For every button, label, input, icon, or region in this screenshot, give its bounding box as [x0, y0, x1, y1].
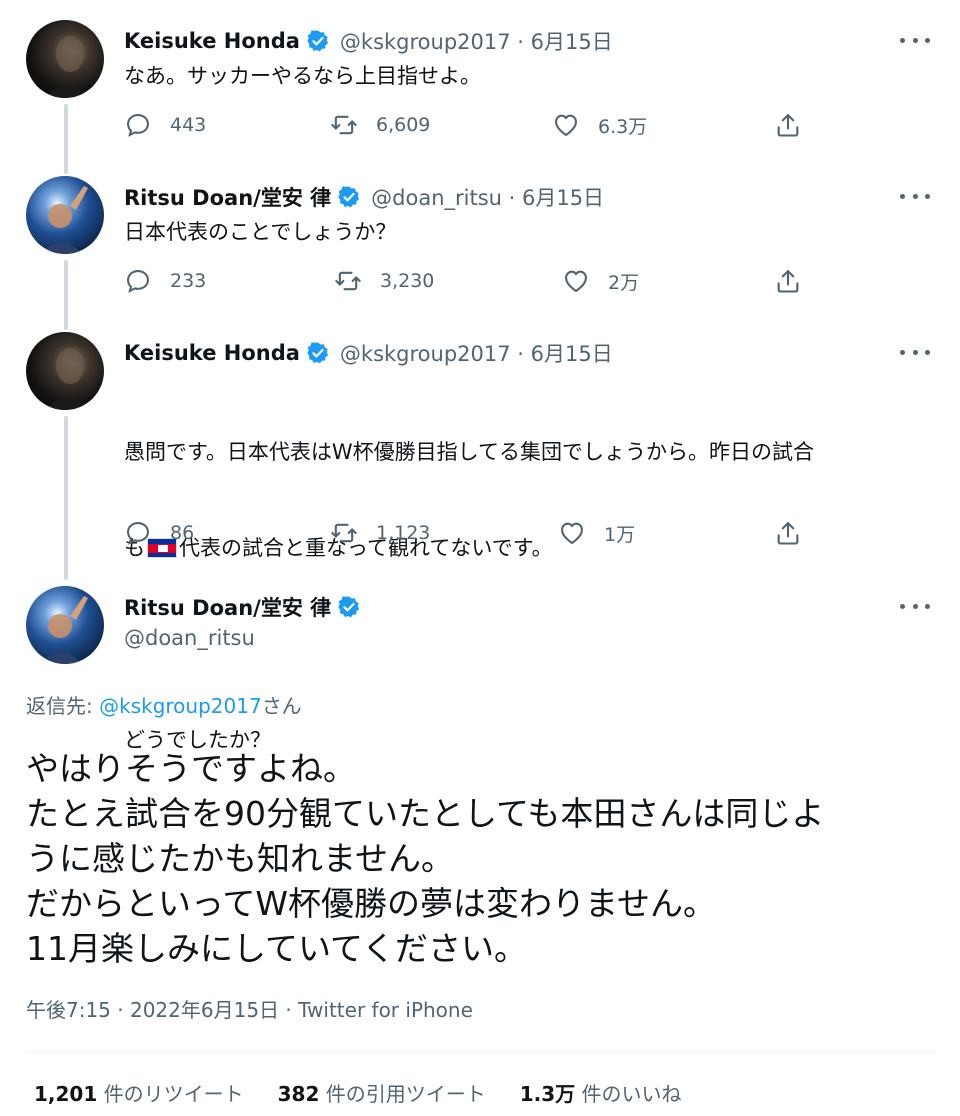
- avatar[interactable]: [26, 20, 104, 98]
- reply-to-label: 返信先:: [26, 694, 100, 718]
- likes-count: 1.3万: [519, 1082, 576, 1106]
- likes-stat[interactable]: 1.3万 件のいいね: [520, 1078, 682, 1107]
- reply-to: 返信先: @kskgroup2017さん: [26, 690, 302, 719]
- share-icon: [777, 522, 799, 545]
- author-name[interactable]: Keisuke Honda: [124, 341, 300, 365]
- like-count: 6.3万: [598, 115, 648, 138]
- tweet-thread: Keisuke Honda @kskgroup2017 · 6月15日 なあ。サ…: [0, 0, 960, 1116]
- tweet-stats: 1,201 件のリツイート 382 件の引用ツイート 1.3万 件のいいね: [34, 1078, 716, 1107]
- avatar[interactable]: [26, 332, 104, 410]
- tweet-actions: 86 1,123 1万: [124, 516, 824, 550]
- tweet[interactable]: Keisuke Honda @kskgroup2017 · 6月15日 愚問です…: [0, 312, 960, 752]
- tweet[interactable]: Ritsu Doan/堂安 律 @doan_ritsu · 6月15日 日本代表…: [0, 156, 960, 326]
- author-name[interactable]: Keisuke Honda: [124, 29, 300, 53]
- share-icon: [777, 270, 799, 293]
- heart-icon: [565, 270, 587, 292]
- tweet-actions: 443 6,609 6.3万: [124, 108, 824, 142]
- more-icon[interactable]: [900, 342, 930, 362]
- avatar[interactable]: [26, 586, 104, 664]
- more-icon[interactable]: [900, 186, 930, 206]
- retweet-icon: [335, 271, 361, 291]
- like-count: 2万: [608, 271, 640, 294]
- more-icon[interactable]: [900, 30, 930, 50]
- reply-to-suffix: さん: [261, 694, 302, 718]
- retweet-icon: [331, 523, 357, 543]
- like-count: 1万: [604, 523, 636, 546]
- quotes-count: 382: [277, 1082, 320, 1106]
- main-author-row: Ritsu Doan/堂安 律: [124, 592, 361, 622]
- reply-count: 443: [170, 114, 207, 136]
- more-icon[interactable]: [900, 596, 930, 616]
- retweet-button[interactable]: 6,609: [330, 108, 430, 142]
- author-name[interactable]: Ritsu Doan/堂安 律: [124, 182, 331, 212]
- retweets-stat[interactable]: 1,201 件のリツイート: [34, 1078, 244, 1107]
- author-handle[interactable]: @doan_ritsu: [124, 626, 255, 650]
- reply-icon: [127, 114, 149, 137]
- verified-badge-icon: [337, 185, 361, 209]
- retweet-button[interactable]: 1,123: [330, 516, 430, 550]
- handle-and-date[interactable]: @doan_ritsu · 6月15日: [371, 182, 604, 212]
- tweet[interactable]: Keisuke Honda @kskgroup2017 · 6月15日 なあ。サ…: [0, 0, 960, 170]
- verified-badge-icon: [306, 29, 330, 53]
- handle-and-date[interactable]: @kskgroup2017 · 6月15日: [340, 26, 613, 56]
- verified-badge-icon: [337, 595, 361, 619]
- tweet-text-line: 愚問です。日本代表はW杯優勝目指してる集団でしょうから。昨日の試合: [124, 440, 815, 464]
- reply-to-link[interactable]: @kskgroup2017: [99, 694, 262, 718]
- tweet-text: なあ。サッカーやるなら上目指せよ。: [124, 64, 481, 88]
- share-button[interactable]: [774, 264, 802, 298]
- avatar[interactable]: [26, 176, 104, 254]
- retweet-count: 1,123: [376, 522, 431, 544]
- timestamp-text[interactable]: 午後7:15 · 2022年6月15日 ·: [26, 998, 298, 1022]
- quotes-stat[interactable]: 382 件の引用ツイート: [278, 1078, 486, 1107]
- retweet-count: 6,609: [376, 114, 431, 136]
- share-button[interactable]: [774, 516, 802, 550]
- likes-label: 件のいいね: [575, 1082, 682, 1106]
- retweet-icon: [331, 115, 357, 135]
- main-tweet-text: やはりそうですよね。 たとえ試合を90分観ていたとしても本田さんは同じよ うに感…: [26, 749, 825, 968]
- like-button[interactable]: 6.3万: [552, 108, 647, 142]
- reply-count: 86: [170, 522, 195, 544]
- quotes-label: 件の引用ツイート: [319, 1082, 486, 1106]
- reply-count: 233: [170, 270, 207, 292]
- heart-icon: [561, 522, 583, 544]
- reply-icon: [127, 270, 149, 293]
- reply-button[interactable]: 86: [124, 516, 194, 550]
- retweet-button[interactable]: 3,230: [334, 264, 434, 298]
- reply-icon: [127, 522, 149, 545]
- tweet-text: 日本代表のことでしょうか？: [124, 220, 397, 244]
- author-name[interactable]: Ritsu Doan/堂安 律: [124, 592, 331, 622]
- share-icon: [777, 114, 799, 137]
- retweets-count: 1,201: [34, 1082, 98, 1106]
- like-button[interactable]: 1万: [558, 516, 635, 550]
- verified-badge-icon: [306, 341, 330, 365]
- tweet-timestamp: 午後7:15 · 2022年6月15日 · Twitter for iPhone: [26, 994, 473, 1023]
- tweet-actions: 233 3,230 2万: [124, 264, 824, 298]
- divider: [26, 1052, 936, 1053]
- like-button[interactable]: 2万: [562, 264, 639, 298]
- retweets-label: 件のリツイート: [97, 1082, 244, 1106]
- reply-button[interactable]: 233: [124, 264, 206, 298]
- tweet-source[interactable]: Twitter for iPhone: [298, 998, 473, 1022]
- share-button[interactable]: [774, 108, 802, 142]
- handle-and-date[interactable]: @kskgroup2017 · 6月15日: [340, 338, 613, 368]
- retweet-count: 3,230: [380, 270, 435, 292]
- heart-icon: [555, 114, 577, 136]
- reply-button[interactable]: 443: [124, 108, 206, 142]
